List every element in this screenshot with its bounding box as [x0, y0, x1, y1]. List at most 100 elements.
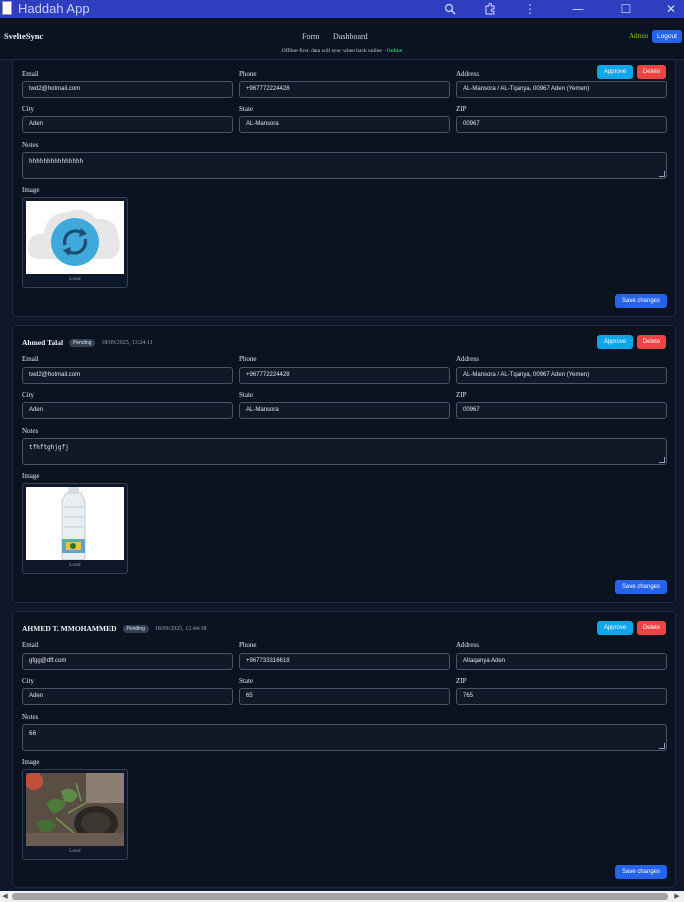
logout-button[interactable]: Logout [652, 30, 682, 43]
image-preview[interactable]: Local [22, 197, 128, 288]
status-badge: Pending [122, 624, 149, 633]
top-navbar: SvelteSync Form Dashboard Admin Logout O… [0, 18, 684, 60]
save-changes-button[interactable]: Save changes [615, 294, 667, 308]
phone-label: Phone [239, 355, 257, 363]
phone-field[interactable]: +967772224428 [239, 367, 450, 384]
record-timestamp: 18/09/2025, 12:44:38 [154, 625, 207, 632]
email-label: Email [22, 70, 39, 78]
state-label: State [239, 677, 253, 685]
address-field[interactable]: AL-Mansora / AL-Tqanya, 00967 Aden (Yeme… [456, 367, 667, 384]
sync-status-text: Offline-first: data will sync when back … [281, 48, 386, 54]
zip-label: ZIP [456, 391, 467, 399]
city-field[interactable]: Aden [22, 402, 233, 419]
scroll-right-icon[interactable]: ▶ [672, 891, 682, 902]
app-content: SvelteSync Form Dashboard Admin Logout O… [0, 18, 684, 891]
zip-label: ZIP [456, 677, 467, 685]
plant-photo-image [26, 773, 124, 846]
horizontal-scrollbar[interactable]: ◀ ▶ [0, 891, 684, 902]
online-indicator: Online [386, 48, 403, 54]
address-field[interactable]: AL-Mansora / AL-Tqanya, 00967 Aden (Yeme… [456, 81, 667, 98]
email-label: Email [22, 641, 39, 649]
delete-button[interactable]: Delete [637, 335, 666, 349]
brand-logo[interactable]: SvelteSync [4, 31, 43, 41]
water-bottle-image [26, 487, 124, 560]
city-label: City [22, 391, 35, 399]
zip-label: ZIP [456, 105, 467, 113]
image-source-caption: Local [69, 277, 81, 282]
user-role-label: Admin [629, 32, 649, 40]
extension-icon[interactable] [479, 0, 501, 18]
approve-button[interactable]: Approve [597, 65, 633, 79]
zoom-icon[interactable] [439, 0, 461, 18]
phone-label: Phone [239, 70, 257, 78]
image-label: Image [22, 186, 40, 194]
notes-text: tfhftghjgfj [29, 444, 69, 451]
scrollbar-thumb[interactable] [12, 893, 668, 900]
notes-textarea[interactable]: hhhhhhhhhhhhhhh [22, 152, 667, 179]
image-source-caption: Local [69, 849, 81, 854]
window-title: Haddah App [18, 1, 90, 16]
city-field[interactable]: Aden [22, 688, 233, 705]
city-label: City [22, 677, 35, 685]
record-card: Approve Delete Email Phone Address twd2@… [12, 42, 676, 317]
notes-label: Notes [22, 713, 39, 721]
delete-button[interactable]: Delete [637, 621, 666, 635]
notes-text: 66 [29, 730, 37, 737]
zip-field[interactable]: 765 [456, 688, 667, 705]
approve-button[interactable]: Approve [597, 621, 633, 635]
record-card: Ahmed Talal Pending 18/09/2025, 13:24:11… [12, 325, 676, 603]
state-field[interactable]: AL-Mansora [239, 402, 450, 419]
sync-status: Offline-first: data will sync when back … [0, 48, 684, 54]
approve-button[interactable]: Approve [597, 335, 633, 349]
minimize-icon[interactable]: — [567, 0, 589, 18]
more-options-icon[interactable]: ⋮ [519, 0, 541, 18]
address-label: Address [456, 355, 479, 363]
notes-textarea[interactable]: tfhftghjgfj [22, 438, 667, 465]
phone-label: Phone [239, 641, 257, 649]
close-icon[interactable]: ✕ [660, 0, 682, 18]
image-label: Image [22, 472, 40, 480]
state-label: State [239, 391, 253, 399]
record-name: Ahmed Talal [22, 338, 64, 347]
zip-field[interactable]: 00967 [456, 402, 667, 419]
record-card: AHMED T. MMOHAMMED Pending 18/09/2025, 1… [12, 611, 676, 888]
phone-field[interactable]: +967772224428 [239, 81, 450, 98]
nav-form-link[interactable]: Form [302, 32, 319, 41]
sync-cloud-image [26, 201, 124, 274]
notes-text: hhhhhhhhhhhhhhh [29, 158, 84, 165]
delete-button[interactable]: Delete [637, 65, 666, 79]
city-field[interactable]: Aden [22, 116, 233, 133]
save-changes-button[interactable]: Save changes [615, 580, 667, 594]
address-label: Address [456, 641, 479, 649]
address-label: Address [456, 70, 479, 78]
record-header: AHMED T. MMOHAMMED Pending 18/09/2025, 1… [22, 624, 207, 633]
image-preview[interactable]: Local [22, 483, 128, 574]
record-header: Ahmed Talal Pending 18/09/2025, 13:24:11 [22, 338, 153, 347]
city-label: City [22, 105, 35, 113]
app-icon [2, 1, 12, 15]
resize-handle[interactable] [659, 457, 665, 463]
zip-field[interactable]: 00967 [456, 116, 667, 133]
email-field[interactable]: gfgg@dff.com [22, 653, 233, 670]
state-field[interactable]: 65 [239, 688, 450, 705]
save-changes-button[interactable]: Save changes [615, 865, 667, 879]
email-label: Email [22, 355, 39, 363]
resize-handle[interactable] [659, 171, 665, 177]
record-timestamp: 18/09/2025, 13:24:11 [101, 339, 153, 346]
state-field[interactable]: AL-Mansora [239, 116, 450, 133]
maximize-icon[interactable]: ☐ [615, 0, 637, 18]
email-field[interactable]: twd2@hotmail.com [22, 367, 233, 384]
vertical-scrollbar[interactable] [680, 78, 684, 891]
notes-textarea[interactable]: 66 [22, 724, 667, 751]
phone-field[interactable]: +967733316618 [239, 653, 450, 670]
scroll-left-icon[interactable]: ◀ [0, 891, 10, 902]
image-source-caption: Local [69, 563, 81, 568]
email-field[interactable]: twd2@hotmail.com [22, 81, 233, 98]
notes-label: Notes [22, 141, 39, 149]
image-preview[interactable]: Local [22, 769, 128, 860]
image-label: Image [22, 758, 40, 766]
notes-label: Notes [22, 427, 39, 435]
nav-dashboard-link[interactable]: Dashboard [333, 32, 368, 41]
resize-handle[interactable] [659, 743, 665, 749]
address-field[interactable]: Altaqanya Aden [456, 653, 667, 670]
